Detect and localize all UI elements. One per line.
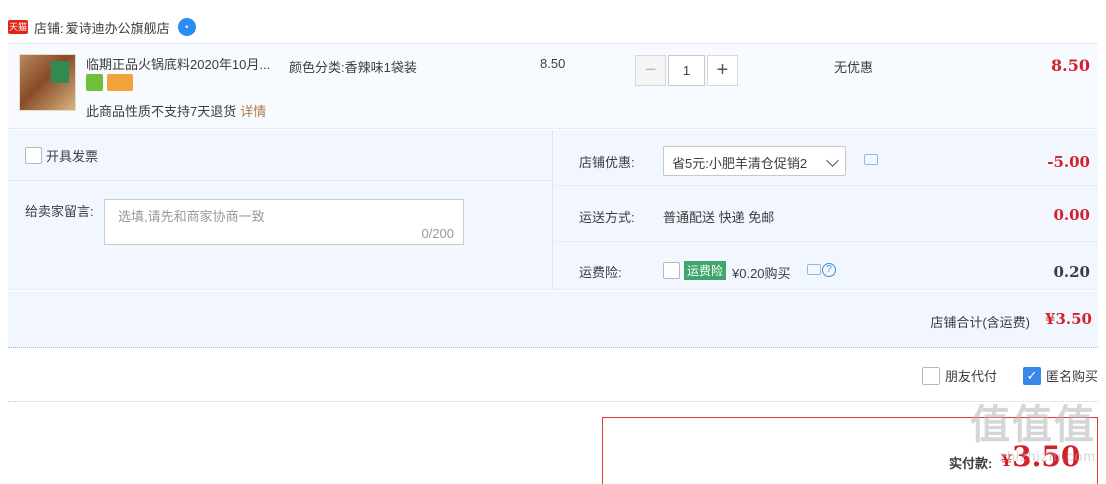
- sku-info: 颜色分类:香辣味1袋装: [289, 60, 417, 75]
- comment-icon[interactable]: [807, 264, 821, 275]
- shipping-label: 运送方式:: [579, 210, 635, 225]
- divider: [8, 180, 553, 181]
- quantity-increase-button[interactable]: +: [707, 55, 738, 86]
- shipping-amount: 0.00: [1053, 206, 1090, 224]
- chevron-down-icon: [826, 154, 839, 167]
- shop-header: 天猫 店铺: 爱诗迪办公旗舰店 •: [8, 16, 196, 38]
- item-subtotal: 8.50: [1051, 56, 1090, 75]
- invoice-checkbox[interactable]: [25, 147, 42, 164]
- divider: [8, 401, 1098, 402]
- friend-pay-label: 朋友代付: [944, 369, 997, 384]
- shipping-method: 普通配送 快递 免邮: [663, 210, 775, 225]
- options-left: 开具发票 给卖家留言: 选填,请先和商家协商一致 0/200: [8, 130, 553, 290]
- insurance-label: 运费险:: [579, 265, 622, 280]
- shop-total-value: ¥3.50: [1045, 310, 1092, 328]
- item-discount: 无优惠: [834, 60, 874, 75]
- friend-pay-checkbox[interactable]: [921, 366, 940, 385]
- payment-options: 朋友代付 ✓ 匿名购买: [896, 366, 1098, 385]
- coupon-label: 店铺优惠:: [579, 155, 635, 170]
- watermark-url: zhizhizhi.com: [998, 448, 1096, 464]
- insurance-checkbox[interactable]: [663, 262, 680, 279]
- shop-total-bar: 店铺合计(含运费) ¥3.50: [8, 291, 1098, 348]
- coupon-select[interactable]: 省5元:小肥羊清仓促销2: [663, 146, 846, 176]
- insurance-tag: 运费险: [684, 261, 727, 280]
- quantity-decrease-button[interactable]: −: [635, 55, 666, 86]
- friend-pay-option[interactable]: 朋友代付: [921, 366, 997, 385]
- comment-icon[interactable]: [864, 154, 878, 165]
- insurance-amount: 0.20: [1053, 263, 1090, 281]
- detail-link[interactable]: 详情: [240, 104, 266, 119]
- order-item-row: 临期正品火锅底料2020年10月... 此商品性质不支持7天退货 详情 颜色分类:…: [8, 43, 1098, 129]
- credit-card-icon: [107, 74, 133, 91]
- watermark: 值值值 zhizhizhi.com: [970, 402, 1096, 464]
- coupon-amount: -5.00: [1047, 153, 1090, 171]
- divider: [554, 241, 1098, 242]
- shop-total-label: 店铺合计(含运费): [930, 315, 1030, 330]
- service-icons: [86, 74, 133, 91]
- insurance-price: ¥0.20购买: [732, 266, 791, 281]
- shop-name-link[interactable]: 爱诗迪办公旗舰店: [66, 18, 170, 37]
- unit-price: 8.50: [540, 56, 566, 71]
- seller-message-input[interactable]: 选填,请先和商家协商一致 0/200: [104, 199, 464, 245]
- quantity-stepper: − 1 +: [635, 55, 738, 86]
- options-right: 店铺优惠: 省5元:小肥羊清仓促销2 -5.00 运送方式: 普通配送 快递 免…: [554, 130, 1098, 290]
- message-char-count: 0/200: [421, 226, 454, 241]
- invoice-option[interactable]: 开具发票: [25, 146, 98, 165]
- help-icon[interactable]: ?: [822, 263, 836, 277]
- watermark-text: 值值值: [970, 403, 1096, 447]
- seller-message-placeholder: 选填,请先和商家协商一致: [118, 209, 265, 224]
- invoice-label: 开具发票: [46, 149, 99, 164]
- chat-icon[interactable]: •: [177, 18, 196, 36]
- anonymous-label: 匿名购买: [1045, 369, 1098, 384]
- tmall-badge: 天猫: [8, 20, 28, 34]
- anonymous-option[interactable]: ✓ 匿名购买: [1022, 366, 1098, 385]
- guarantee-icon: [86, 74, 103, 91]
- coupon-select-value: 省5元:小肥羊清仓促销2: [672, 156, 808, 171]
- quantity-input[interactable]: 1: [668, 55, 705, 86]
- product-title-link[interactable]: 临期正品火锅底料2020年10月...: [86, 54, 286, 73]
- divider: [554, 185, 1098, 186]
- return-policy-note: 此商品性质不支持7天退货 详情: [86, 101, 266, 120]
- shop-label: 店铺:: [34, 20, 64, 36]
- seller-message-label: 给卖家留言:: [25, 204, 94, 219]
- order-options-panel: 开具发票 给卖家留言: 选填,请先和商家协商一致 0/200 店铺优惠: 省5元…: [8, 130, 1098, 290]
- product-thumbnail[interactable]: [19, 54, 76, 111]
- anonymous-checkbox[interactable]: ✓: [1022, 366, 1041, 385]
- return-policy-text: 此商品性质不支持7天退货: [86, 104, 237, 119]
